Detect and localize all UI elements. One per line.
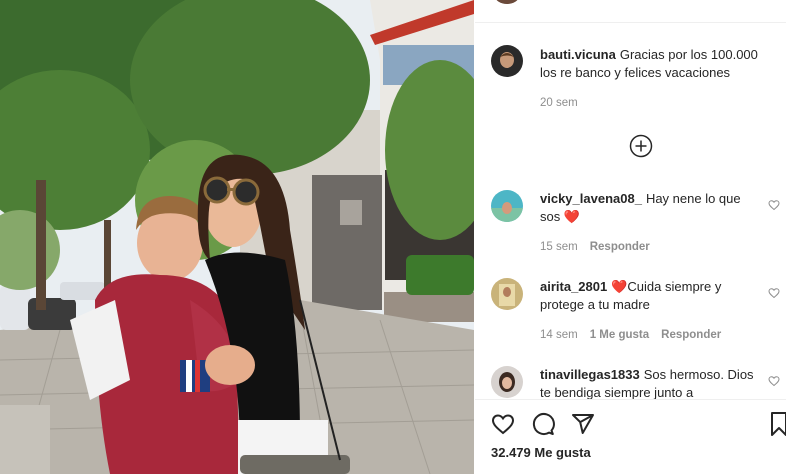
- avatar-image: [491, 278, 523, 310]
- post-date: [491, 467, 591, 474]
- post-photo[interactable]: [0, 0, 474, 474]
- comment-text: vicky_lavena08_ Hay nene lo que sos ❤️: [540, 190, 755, 226]
- comment-like-heart-icon[interactable]: [768, 375, 780, 387]
- bookmark-icon[interactable]: [771, 412, 786, 436]
- comment-icon[interactable]: [531, 412, 555, 436]
- comment-username[interactable]: airita_2801: [540, 279, 607, 294]
- reply-button[interactable]: Responder: [661, 329, 721, 341]
- comment-text: airita_2801 ❤️Cuida siempre y protege a t…: [540, 278, 755, 314]
- share-icon[interactable]: [571, 412, 595, 436]
- reply-button[interactable]: Responder: [590, 241, 650, 253]
- avatar-image: [491, 190, 523, 222]
- caption-username[interactable]: bauti.vicuna: [540, 47, 616, 62]
- comment-avatar[interactable]: [491, 366, 523, 398]
- actions-divider: [475, 399, 786, 400]
- header-divider: [475, 22, 786, 23]
- plus-circle-icon[interactable]: [629, 134, 653, 158]
- comment-like-heart-icon[interactable]: [768, 199, 780, 211]
- comment-time[interactable]: 14 sem: [540, 329, 578, 341]
- comment-text: tinavillegas1833 Sos hermoso. Dios te ben…: [540, 366, 755, 399]
- comments-scroll-area[interactable]: bauti.vicuna Gracias por los 100.000 los …: [475, 0, 786, 399]
- comment-meta: 14 sem 1 Me gusta Responder: [540, 329, 721, 341]
- red-heart-emoji: ❤️: [563, 209, 581, 224]
- likes-count[interactable]: 32.479 Me gusta: [491, 445, 591, 460]
- caption-time[interactable]: 20 sem: [540, 97, 578, 109]
- comment-likes[interactable]: 1 Me gusta: [590, 329, 649, 341]
- red-heart-emoji: ❤️: [611, 279, 628, 294]
- comment-meta: 15 sem Responder: [540, 241, 650, 253]
- comment-avatar[interactable]: [491, 278, 523, 310]
- heart-icon[interactable]: [491, 412, 515, 436]
- avatar-image: [491, 45, 523, 77]
- comments-panel: bauti.vicuna Gracias por los 100.000 los …: [475, 0, 786, 474]
- caption-text: bauti.vicuna Gracias por los 100.000 los …: [540, 46, 770, 82]
- caption-avatar[interactable]: [491, 45, 523, 77]
- comment-username[interactable]: tinavillegas1833: [540, 367, 640, 382]
- photo-illustration: [0, 0, 474, 474]
- comment-avatar[interactable]: [491, 190, 523, 222]
- comment-time[interactable]: 15 sem: [540, 241, 578, 253]
- comment-like-heart-icon[interactable]: [768, 287, 780, 299]
- header-avatar[interactable]: [495, 0, 519, 4]
- avatar-image: [491, 366, 523, 398]
- comment-username[interactable]: vicky_lavena08_: [540, 191, 642, 206]
